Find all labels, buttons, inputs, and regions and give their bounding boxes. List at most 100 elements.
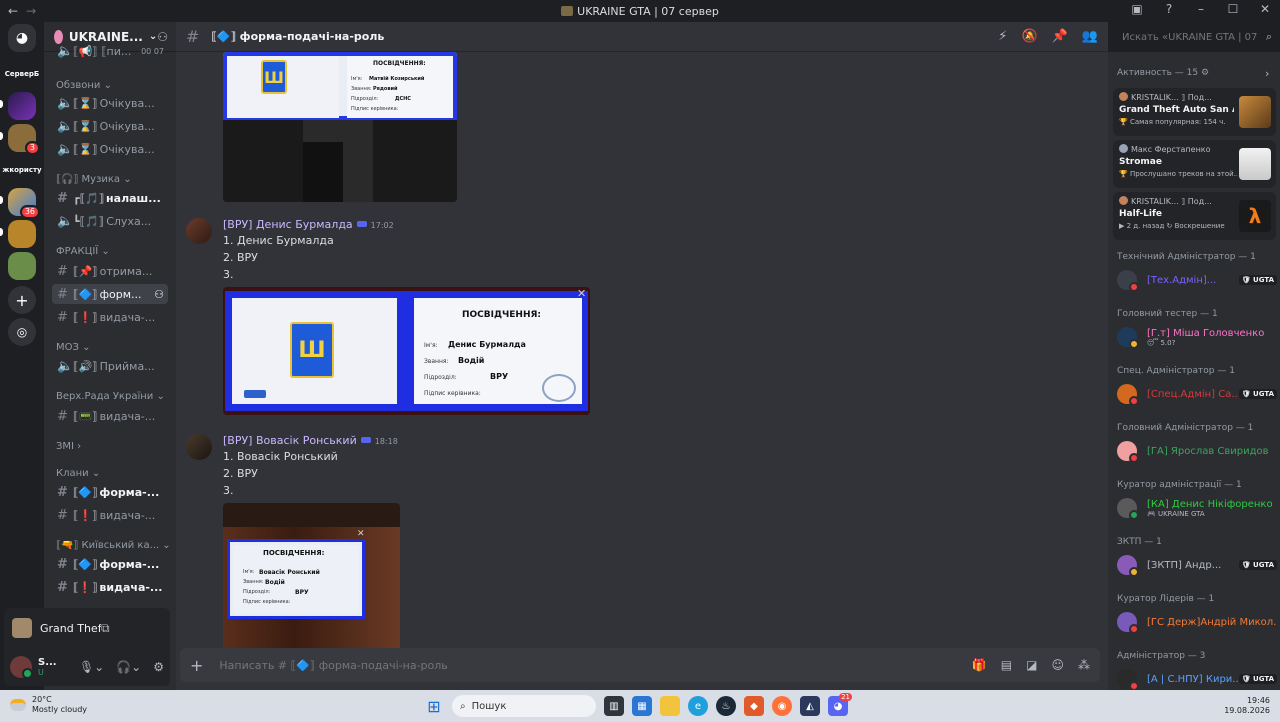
search-input[interactable] bbox=[1116, 26, 1280, 48]
message-attachment-image-2[interactable]: Ш ПОСВІДЧЕННЯ: Ім'я: Денис Бурмалда Зван… bbox=[223, 287, 590, 415]
apps-icon[interactable]: ⁂ bbox=[1078, 658, 1090, 672]
store-icon[interactable]: ▦ bbox=[632, 696, 652, 716]
message-attachment-image-3[interactable]: ПОСВІДЧЕННЯ: Ім'я: Вовасік Ронський Зван… bbox=[223, 503, 400, 648]
message-attachment-image-1[interactable]: Ш ПОСВІДЧЕННЯ: Ім'я: Матвій Козирський З… bbox=[223, 52, 457, 202]
member-item[interactable]: [ГА] Ярослав Свиридов bbox=[1117, 439, 1277, 463]
member-item[interactable]: [ЗКТП] Андр... 🛡 UGTA bbox=[1117, 553, 1277, 577]
windows-start-icon[interactable]: ⊞ bbox=[424, 696, 444, 716]
gif-icon[interactable]: ▤ bbox=[1001, 658, 1012, 672]
server-icon-4[interactable] bbox=[8, 220, 36, 248]
member-item[interactable]: [Спец.Адмін] Са... 🛡 UGTA bbox=[1117, 382, 1277, 406]
avatar[interactable] bbox=[186, 218, 212, 244]
discord-home-icon[interactable]: ◕ bbox=[8, 24, 36, 52]
explore-icon[interactable]: ◎ bbox=[8, 318, 36, 346]
member-item[interactable]: [КА] Денис Нікіфоренко 🎮 UKRAINE GTA bbox=[1117, 496, 1277, 520]
message-input[interactable] bbox=[219, 658, 972, 672]
app-icon[interactable]: ◆ bbox=[744, 696, 764, 716]
member-name: [А | С.НПУ] Кири... bbox=[1147, 673, 1239, 685]
app-logo-icon bbox=[561, 5, 574, 16]
text-channel-form-2[interactable]: # ⟦🔷⟧ форма-... bbox=[52, 482, 168, 502]
user-name[interactable]: S... U bbox=[38, 657, 64, 677]
category-verkhrada[interactable]: Верх.Рада України ⌄ bbox=[56, 391, 165, 402]
server-icon-2[interactable]: 3 bbox=[8, 124, 40, 155]
category-music[interactable]: ⟦🎧⟧ Музика ⌄ bbox=[56, 174, 132, 185]
task-view-icon[interactable]: ▥ bbox=[604, 696, 624, 716]
invite-icon[interactable]: ⚇ bbox=[154, 288, 164, 301]
member-item[interactable]: [Тех.Адмін]... 🛡 UGTA bbox=[1117, 268, 1277, 292]
chevron-right-icon[interactable]: › bbox=[1265, 67, 1269, 80]
text-channel-issue-2[interactable]: # ⟦📟⟧ видача-... bbox=[52, 406, 168, 426]
ugta-badge: 🛡 UGTA bbox=[1238, 674, 1277, 684]
category-clans[interactable]: Клани ⌄ bbox=[56, 468, 100, 479]
channel-partial[interactable]: 🔈 ⟦📢⟧ ⟦пи... 00 07 bbox=[52, 44, 168, 58]
avatar[interactable] bbox=[186, 434, 212, 460]
weather-widget[interactable]: 20°C Mostly cloudy bbox=[10, 695, 87, 715]
category-obzvony[interactable]: Обзвони ⌄ bbox=[56, 80, 112, 91]
current-activity-panel[interactable]: Grand Theft Auto S... ⧉ bbox=[4, 608, 170, 648]
threads-icon[interactable]: ⚡ bbox=[998, 29, 1007, 44]
activity-card[interactable]: KRISTALIK... ⟧ Под... Half-Life ▶ 2 д. н… bbox=[1113, 192, 1276, 240]
sticker-icon[interactable]: ◪ bbox=[1026, 658, 1037, 672]
text-channel-issue-1[interactable]: # ⟦❗⟧ видача-... bbox=[52, 307, 168, 327]
text-channel-form-selected[interactable]: # ⟦🔷⟧ форм... ⚇ bbox=[52, 284, 168, 304]
system-clock[interactable]: 19:46 19.08.2026 bbox=[1224, 696, 1270, 716]
steam-icon[interactable]: ♨ bbox=[716, 696, 736, 716]
member-item[interactable]: [А | С.НПУ] Кири... 🛡 UGTA bbox=[1117, 667, 1277, 691]
member-list-icon[interactable]: 👥 bbox=[1082, 29, 1098, 44]
server-icon-5[interactable] bbox=[8, 252, 36, 280]
activity-card[interactable]: KRISTALIK... ⟧ Под... Grand Theft Auto S… bbox=[1113, 88, 1276, 136]
category-zmi[interactable]: ЗМІ › bbox=[56, 441, 81, 452]
maximize-icon[interactable]: ☐ bbox=[1224, 2, 1242, 16]
file-explorer-icon[interactable] bbox=[660, 696, 680, 716]
member-item[interactable]: [Г.т] Міша Головченко 😴 5.0? bbox=[1117, 325, 1277, 349]
text-channel-issue-3[interactable]: # ⟦❗⟧ видача-... bbox=[52, 505, 168, 525]
discord-taskbar-icon[interactable]: ◕ 21 bbox=[828, 693, 852, 716]
text-channel-receive[interactable]: # ⟦📌⟧ отрима... bbox=[52, 261, 168, 281]
add-attachment-icon[interactable]: + bbox=[190, 656, 203, 675]
back-icon[interactable]: ← bbox=[8, 4, 18, 18]
app-icon-2[interactable]: ◭ bbox=[800, 696, 820, 716]
emoji-icon[interactable]: ☺ bbox=[1051, 658, 1064, 672]
headphones-icon[interactable]: 🎧⌄ bbox=[116, 660, 141, 674]
close-icon[interactable]: ✕ bbox=[357, 529, 365, 539]
message-author[interactable]: [ВРУ] Денис Бурмалда bbox=[223, 218, 353, 231]
category-moz[interactable]: МОЗ ⌄ bbox=[56, 342, 90, 353]
gear-icon[interactable]: ⚙ bbox=[153, 660, 164, 674]
firefox-icon[interactable]: ◉ bbox=[772, 696, 792, 716]
avatar[interactable] bbox=[10, 656, 33, 679]
gift-icon[interactable]: 🎁 bbox=[972, 658, 987, 672]
member-item[interactable]: [ГС Держ]Андрій Микол... bbox=[1117, 610, 1277, 634]
edge-icon[interactable]: e bbox=[688, 696, 708, 716]
activity-card[interactable]: Макс Ферстапенко Stromae 🏆 Прослушано тр… bbox=[1113, 140, 1276, 188]
voice-channel-accept[interactable]: 🔈 ⟦🔊⟧ Прийма... bbox=[52, 356, 168, 376]
minimize-icon[interactable]: – bbox=[1192, 2, 1210, 16]
forward-icon[interactable]: → bbox=[26, 4, 36, 18]
voice-channel-wait-2[interactable]: 🔈 ⟦⌛⟧ Очікува... bbox=[52, 116, 168, 136]
taskbar-search[interactable]: ⌕ Пошук bbox=[452, 695, 596, 717]
server-icon-1[interactable] bbox=[8, 92, 36, 120]
invite-people-icon[interactable]: ⚇ bbox=[157, 30, 168, 44]
voice-channel-wait-1[interactable]: 🔈 ⟦⌛⟧ Очікува... bbox=[52, 93, 168, 113]
mute-icon[interactable]: 🔕 bbox=[1021, 29, 1037, 44]
gear-icon[interactable]: ⚙ bbox=[1201, 68, 1209, 78]
microphone-icon[interactable]: 🎙⌄ bbox=[79, 660, 104, 674]
close-icon[interactable]: ✕ bbox=[577, 287, 586, 300]
voice-channel-wait-3[interactable]: 🔈 ⟦⌛⟧ Очікува... bbox=[52, 139, 168, 159]
server-icon-3[interactable]: 36 bbox=[8, 188, 40, 219]
voice-channel-listen[interactable]: 🔈 ┗⟦🎵⟧ Слуха... bbox=[52, 211, 168, 231]
screen-share-icon[interactable]: ⧉ bbox=[101, 621, 162, 636]
category-kyiv[interactable]: ⟦🔫⟧ Київський ка... ⌄ bbox=[56, 540, 171, 551]
inbox-icon[interactable]: ▣ bbox=[1128, 2, 1146, 16]
help-icon[interactable]: ? bbox=[1160, 2, 1178, 16]
server-label-1[interactable]: СерверБ bbox=[2, 70, 42, 78]
add-server-icon[interactable]: + bbox=[8, 286, 36, 314]
category-factions[interactable]: ФРАКЦІЇ ⌄ bbox=[56, 246, 110, 257]
text-channel-issue-4[interactable]: # ⟦❗⟧ видача-... bbox=[52, 577, 168, 597]
message-author[interactable]: [ВРУ] Вовасік Ронський bbox=[223, 434, 357, 447]
close-window-icon[interactable]: ✕ bbox=[1256, 2, 1274, 16]
text-channel-form-3[interactable]: # ⟦🔷⟧ форма-... bbox=[52, 554, 168, 574]
text-channel-settings[interactable]: # ┏⟦🎵⟧ налаш... bbox=[52, 188, 168, 208]
server-label-2[interactable]: жкористу bbox=[2, 166, 42, 174]
window-title: UKRAINE GTA | 07 сервер bbox=[0, 5, 1280, 18]
pin-icon[interactable]: 📌 bbox=[1052, 29, 1068, 44]
